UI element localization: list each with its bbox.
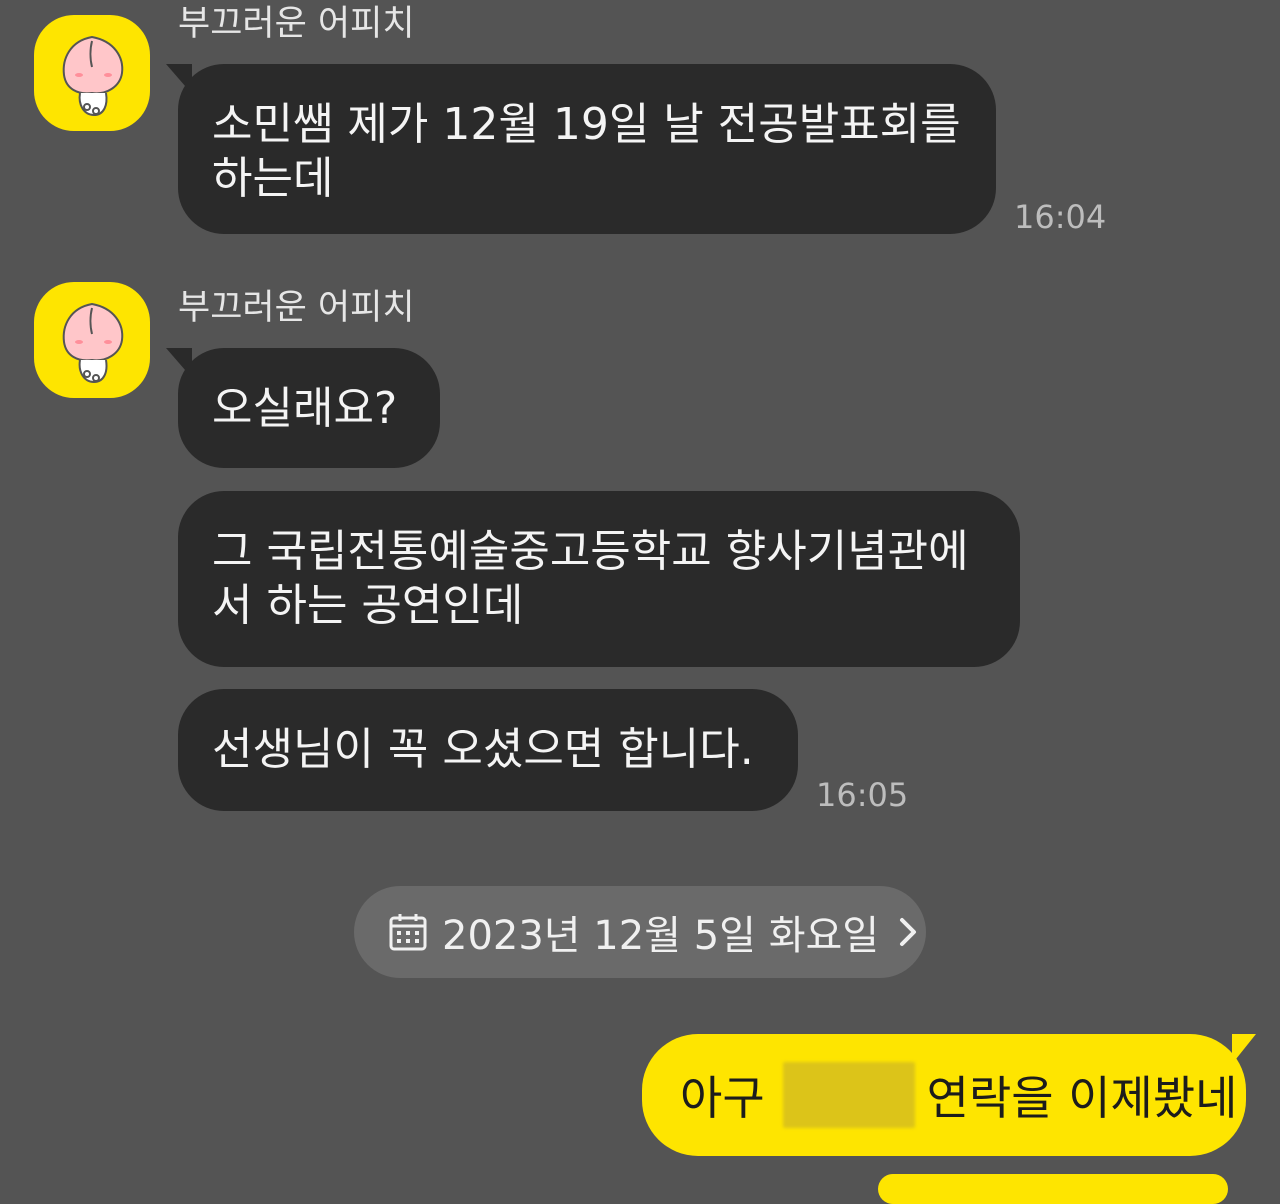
- message-timestamp: 16:05: [816, 776, 909, 814]
- message-bubble[interactable]: 그 국립전통예술중고등학교 향사기념관에 서 하는 공연인데: [178, 491, 1020, 667]
- message-line: 선생님이 꼭 오셨으면 합니다.: [212, 724, 754, 775]
- message-bubble[interactable]: 선생님이 꼭 오셨으면 합니다.: [178, 689, 798, 811]
- message-bubble[interactable]: 소민쌤 제가 12월 19일 날 전공발표회를 하는데: [166, 64, 996, 234]
- date-divider-label: 2023년 12월 5일 화요일: [442, 913, 880, 959]
- message-text: 연락을 이제봤네: [926, 1071, 1238, 1125]
- message-line: 서 하는 공연인데: [212, 580, 524, 631]
- apeach-avatar-icon[interactable]: [34, 282, 150, 398]
- message-timestamp: 16:04: [1014, 198, 1107, 236]
- chat-view: 부끄러운 어피치 소민쌤 제가 12월 19일 날 전공발표회를 하는데 16:…: [0, 0, 1280, 1204]
- redacted-name: [782, 1062, 915, 1128]
- date-divider-button[interactable]: 2023년 12월 5일 화요일: [354, 886, 926, 978]
- message-line: 소민쌤 제가 12월 19일 날 전공발표회를: [212, 99, 961, 150]
- calendar-icon: [389, 914, 427, 951]
- message-bubble[interactable]: 오실래요?: [166, 348, 440, 468]
- my-message-bubble[interactable]: 아구 연락을 이제봤네: [642, 1034, 1256, 1156]
- message-line: 그 국립전통예술중고등학교 향사기념관에: [212, 526, 969, 577]
- apeach-avatar-icon[interactable]: [34, 15, 150, 131]
- sender-name: 부끄러운 어피치: [178, 288, 415, 328]
- message-line: 오실래요?: [212, 383, 398, 434]
- my-message-bubble-partial[interactable]: [878, 1174, 1228, 1204]
- sender-name: 부끄러운 어피치: [178, 4, 415, 44]
- chevron-right-icon: [900, 918, 917, 946]
- message-text: 아구: [680, 1071, 765, 1125]
- message-line: 하는데: [212, 153, 334, 204]
